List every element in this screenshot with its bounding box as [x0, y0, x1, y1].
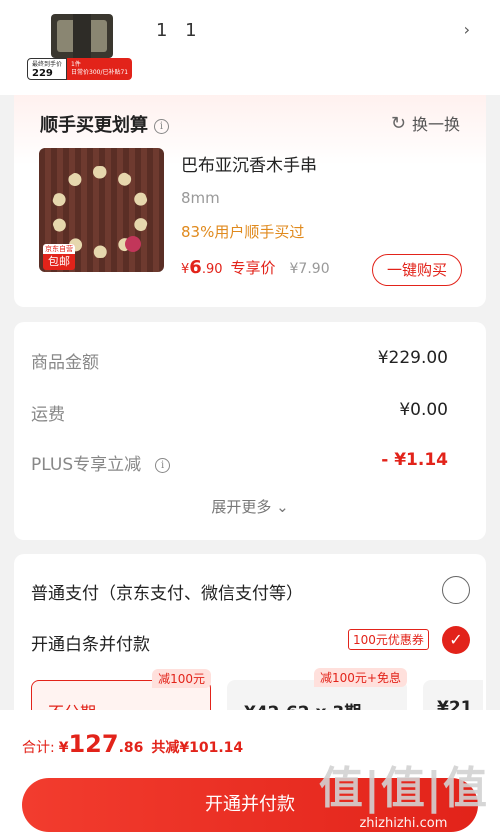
upsell-card: 顺手买更划算 i ↻ 换一换 京东自营 包邮 巴布亚沉香木手串 8mm 83%用户…	[14, 95, 486, 307]
cart-item-summary[interactable]: 最终到手价 229 1件 日常价300/已补贴71 1 1 ›	[0, 0, 500, 95]
upsell-title: 顺手买更划算 i	[40, 111, 169, 137]
expand-more-button[interactable]: 展开更多 ⌄	[14, 496, 486, 517]
amounts-card: 商品金额 ¥229.00 运费 ¥0.00 PLUS专享立减 i - ¥1.14 …	[14, 322, 486, 540]
check-icon[interactable]: ✓	[442, 626, 470, 654]
item-quantity: 1 1	[156, 20, 203, 41]
price-int: 6	[189, 257, 202, 278]
chevron-right-icon[interactable]: ›	[464, 20, 470, 39]
info-icon[interactable]: i	[154, 119, 169, 134]
amount-label: 商品金额	[31, 353, 99, 373]
saved-amount: 共减¥101.14	[151, 740, 244, 756]
standard-pay-label[interactable]: 普通支付（京东支付、微信支付等）	[31, 579, 303, 604]
total-summary: 合计: ¥127.86 共减¥101.14	[22, 730, 243, 758]
baitiao-pay-label[interactable]: 开通白条并付款	[31, 630, 150, 655]
amount-value: ¥0.00	[399, 400, 448, 420]
bag-image	[51, 14, 113, 58]
price-dec: .90	[201, 262, 223, 277]
product-thumbnail: 最终到手价 229 1件 日常价300/已补贴71	[27, 0, 140, 82]
total-int: 127	[68, 730, 119, 758]
price-tag-final: 最终到手价 229	[27, 58, 68, 80]
amount-label: 运费	[31, 405, 65, 425]
price-tag-promo: 1件 日常价300/已补贴71	[67, 58, 133, 80]
watermark-url: zhizhizhi.com	[359, 816, 448, 831]
plan-badge: 减100元	[152, 669, 211, 688]
watermark: 值|值|值 zhizhizhi.com	[319, 752, 488, 831]
amount-label-plus: PLUS专享立减 i	[31, 450, 171, 475]
total-label: 合计:	[22, 740, 55, 756]
upsell-product-spec: 8mm	[181, 189, 220, 207]
amount-row-shipping: 运费 ¥0.00	[31, 400, 448, 425]
free-shipping-label: 包邮	[48, 255, 70, 268]
amount-value-discount: - ¥1.14	[381, 450, 448, 470]
amount-row-goods: 商品金额 ¥229.00	[31, 348, 448, 373]
amount-label: PLUS专享立减	[31, 455, 142, 475]
expand-label: 展开更多	[211, 498, 272, 516]
amount-row-plus-discount: PLUS专享立减 i - ¥1.14	[31, 450, 448, 475]
chevron-down-icon: ⌄	[276, 498, 289, 516]
watermark-logo: 值|值|值	[318, 763, 488, 814]
red-bead	[125, 236, 141, 252]
free-shipping-badge: 京东自营 包邮	[43, 244, 75, 270]
swap-label: 换一换	[411, 115, 460, 134]
standard-pay-radio[interactable]	[442, 576, 470, 604]
upsell-product-image[interactable]: 京东自营 包邮	[39, 148, 164, 272]
price-tag: 最终到手价 229 1件 日常价300/已补贴71	[27, 58, 133, 80]
upsell-title-text: 顺手买更划算	[40, 115, 148, 136]
checkout-bar: 合计: ¥127.86 共减¥101.14 开通并付款 值|值|值 zhizhi…	[0, 710, 500, 839]
one-click-buy-button[interactable]: 一键购买	[372, 254, 462, 286]
plan-badge: 减100元+免息	[314, 668, 407, 687]
upsell-bought-text: 83%用户顺手买过	[181, 223, 305, 241]
total-symbol: ¥	[58, 740, 69, 756]
amount-value: ¥229.00	[377, 348, 448, 368]
exclusive-price-label: 专享价	[230, 259, 276, 277]
original-price: ¥7.90	[289, 261, 330, 277]
upsell-product-name[interactable]: 巴布亚沉香木手串	[181, 151, 317, 176]
total-dec: .86	[118, 740, 144, 756]
swap-button[interactable]: ↻ 换一换	[391, 111, 460, 135]
coupon-tag: 100元优惠券	[348, 629, 429, 650]
price-tag-value: 229	[32, 68, 53, 79]
promo-line-2: 日常价300/已补贴71	[71, 69, 129, 76]
jd-self-badge: 京东自营	[43, 244, 75, 254]
info-icon[interactable]: i	[155, 458, 171, 473]
upsell-price: ¥6.90 专享价 ¥7.90	[181, 257, 330, 278]
refresh-icon: ↻	[390, 112, 406, 134]
promo-line-1: 1件	[71, 61, 81, 68]
